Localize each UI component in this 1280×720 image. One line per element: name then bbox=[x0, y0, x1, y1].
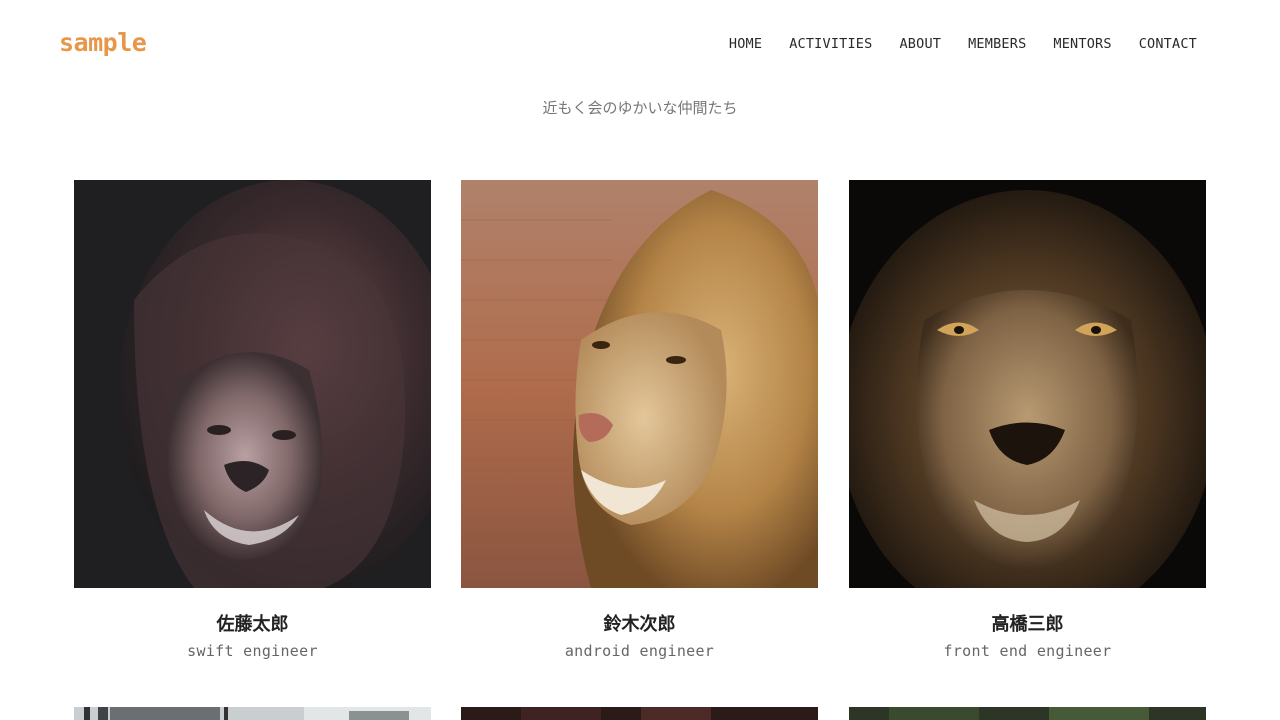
member-photo-next-row bbox=[849, 706, 1206, 720]
member-photo bbox=[74, 180, 431, 588]
member-card[interactable]: 高橋三郎 front end engineer bbox=[849, 180, 1206, 660]
member-photo-next-row bbox=[74, 706, 431, 720]
site-logo[interactable]: sample bbox=[59, 28, 147, 57]
main-nav: HOME ACTIVITIES ABOUT MEMBERS MENTORS CO… bbox=[729, 36, 1197, 52]
nav-members[interactable]: MEMBERS bbox=[968, 36, 1026, 52]
member-name: 鈴木次郎 bbox=[603, 614, 676, 635]
member-role: front end engineer bbox=[943, 642, 1112, 660]
nav-contact[interactable]: CONTACT bbox=[1139, 36, 1197, 52]
nav-about[interactable]: ABOUT bbox=[899, 36, 941, 52]
member-card[interactable]: 鈴木次郎 android engineer bbox=[461, 180, 818, 660]
member-role: android engineer bbox=[564, 642, 715, 660]
nav-activities[interactable]: ACTIVITIES bbox=[789, 36, 872, 52]
member-photo-next-row bbox=[461, 706, 818, 720]
nav-home[interactable]: HOME bbox=[729, 36, 762, 52]
member-name: 佐藤太郎 bbox=[216, 614, 289, 635]
nav-mentors[interactable]: MENTORS bbox=[1053, 36, 1111, 52]
member-photo bbox=[849, 180, 1206, 588]
section-tagline: 近もく会のゆかいな仲間たち bbox=[542, 99, 738, 117]
member-card[interactable]: 佐藤太郎 swift engineer bbox=[74, 180, 431, 660]
member-photo bbox=[461, 180, 818, 588]
member-name: 高橋三郎 bbox=[991, 614, 1064, 635]
member-role: swift engineer bbox=[187, 642, 318, 660]
site-header: sample HOME ACTIVITIES ABOUT MEMBERS MEN… bbox=[0, 0, 1280, 90]
